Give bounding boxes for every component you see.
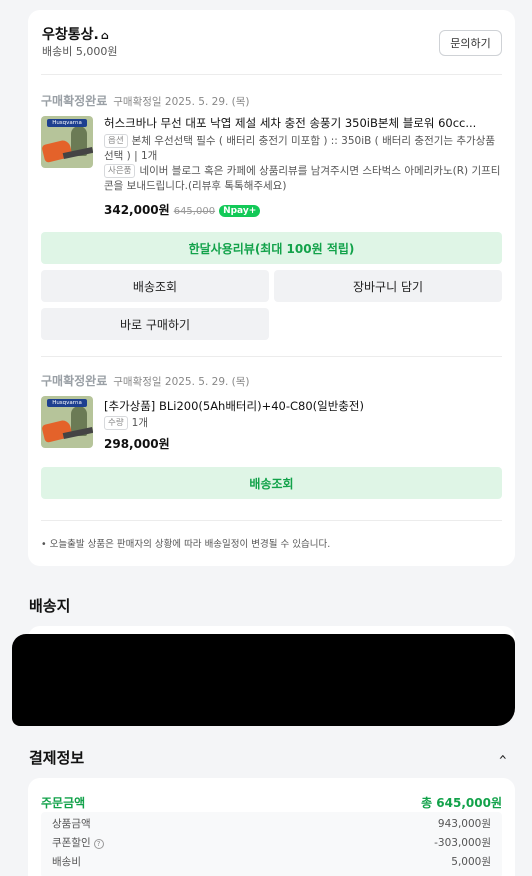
product-name[interactable]: 허스크바나 무선 대포 낙엽 제설 세차 충전 송풍기 350iB본체 블로워 … xyxy=(104,115,500,131)
payment-card: 주문금액 총 645,000원 상품금액 943,000원 쿠폰할인? -303… xyxy=(28,778,515,876)
quantity: 1개 xyxy=(140,150,158,162)
breakdown-label: 배송비 xyxy=(52,856,81,868)
product-thumbnail[interactable]: Husqvarna xyxy=(41,116,93,168)
order-store-card: 우창통상. ⌂ 배송비 5,000원 문의하기 구매확정완료구매확정일 2025.… xyxy=(28,10,515,566)
breakdown-value: 5,000원 xyxy=(451,856,491,868)
brand-logo: Husqvarna xyxy=(47,119,87,127)
shipping-fee: 배송비 5,000원 xyxy=(42,45,118,58)
order-status-row: 구매확정완료 구매확정일 2025. 5. 29. (목) xyxy=(41,92,250,109)
breakdown-value: -303,000원 xyxy=(434,837,491,849)
review-button[interactable]: 한달사용리뷰(최대 100원 적립) xyxy=(41,232,502,264)
brand-logo: Husqvarna xyxy=(47,399,87,407)
npay-icon: Npay+ xyxy=(219,205,261,217)
tracking-button[interactable]: 배송조회 xyxy=(41,467,502,499)
total-label: 주문금액 xyxy=(41,796,86,810)
divider xyxy=(41,520,502,521)
home-icon: ⌂ xyxy=(100,29,109,42)
order-status-row: 구매확정완료 구매확정일 2025. 5. 29. (목) xyxy=(41,372,250,389)
product-price: 298,000원 xyxy=(104,437,170,451)
store-name[interactable]: 우창통상. ⌂ xyxy=(42,24,109,44)
chevron-up-icon[interactable]: › xyxy=(495,754,511,760)
buy-now-button[interactable]: 바로 구매하기 xyxy=(41,308,269,340)
address-section-title: 배송지 xyxy=(29,597,71,615)
confirm-date: 구매확정일 2025. 5. 29. (목) xyxy=(113,376,250,388)
tracking-button[interactable]: 배송조회 xyxy=(41,270,269,302)
option-tag: 옵션 xyxy=(104,134,128,148)
divider xyxy=(41,356,502,357)
order-status: 구매확정완료 xyxy=(41,94,108,108)
breakdown-label: 상품금액 xyxy=(52,818,91,830)
shipping-notice: • 오늘출발 상품은 판매자의 상황에 따라 배송일정이 변경될 수 있습니다. xyxy=(41,539,331,550)
quantity-tag: 수량 xyxy=(104,416,128,430)
payment-breakdown: 상품금액 943,000원 쿠폰할인? -303,000원 배송비 5,000원 xyxy=(41,812,502,876)
inquiry-button[interactable]: 문의하기 xyxy=(439,30,502,56)
breakdown-value: 943,000원 xyxy=(437,818,491,830)
redaction-block xyxy=(12,634,515,726)
product-price: 342,000원 645,000 Npay+ xyxy=(104,201,261,218)
product-option: 옵션 본체 우선선택 필수 ( 배터리 충전기 미포함 ) :: 350iB ( … xyxy=(104,134,496,162)
original-price: 645,000 xyxy=(173,206,216,217)
request-tag: 사은품 xyxy=(104,164,136,178)
question-icon[interactable]: ? xyxy=(93,839,104,849)
product-quantity: 수량 1개 xyxy=(104,416,502,431)
add-to-cart-button[interactable]: 장바구니 담기 xyxy=(274,270,502,302)
payment-section-title: 결제정보 xyxy=(29,749,85,767)
product-name[interactable]: [추가상품] BLi200(5Ah배터리)+40-C80(일반충전) xyxy=(104,398,500,414)
total-value: 총 645,000원 xyxy=(421,796,502,810)
product-thumbnail[interactable]: Husqvarna xyxy=(41,396,93,448)
product-request: 사은품 네이버 블로그 혹은 카페에 상품리뷰를 남겨주시면 스타벅스 아메리카노… xyxy=(104,164,501,192)
breakdown-label: 쿠폰할인? xyxy=(52,835,104,850)
confirm-date: 구매확정일 2025. 5. 29. (목) xyxy=(113,96,250,108)
order-status: 구매확정완료 xyxy=(41,374,108,388)
divider xyxy=(41,74,502,75)
